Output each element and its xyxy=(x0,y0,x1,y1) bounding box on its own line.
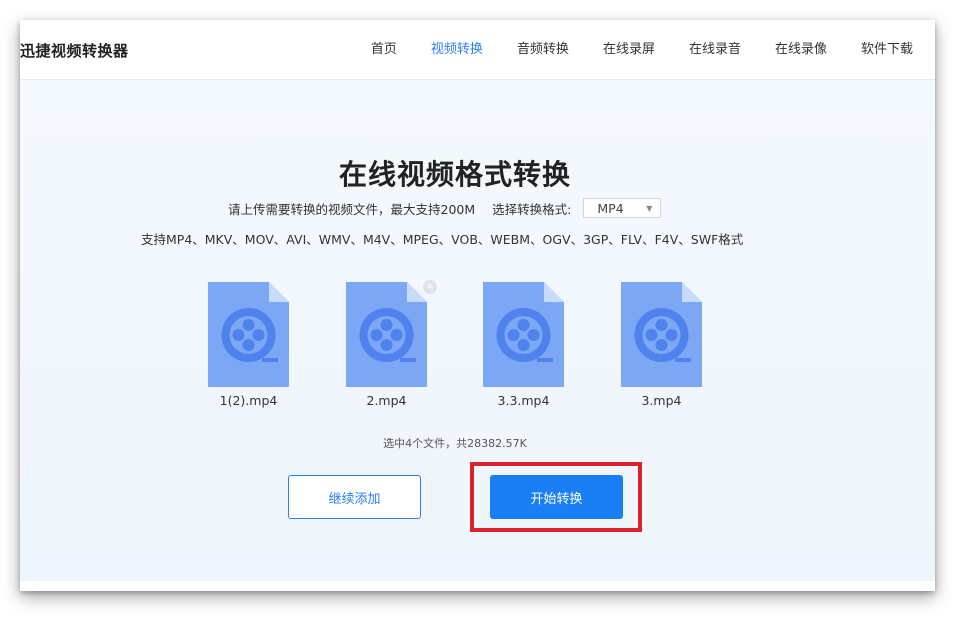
format-select-value: MP4 xyxy=(597,200,624,216)
nav-item-home[interactable]: 首页 xyxy=(371,20,397,80)
supported-formats-text: 支持MP4、MKV、MOV、AVI、WMV、M4V、MPEG、VOB、WEBM、… xyxy=(141,232,744,247)
converter-panel: 在线视频格式转换 请上传需要转换的视频文件，最大支持200M 选择转换格式: M… xyxy=(20,80,935,581)
file-item[interactable]: 3.3.mp4 xyxy=(455,282,565,412)
brand-logo[interactable]: 迅捷视频转换器 xyxy=(20,40,129,61)
file-name: 3.3.mp4 xyxy=(497,393,550,408)
video-file-icon xyxy=(208,282,289,387)
format-label: 选择转换格式: xyxy=(492,201,572,217)
footer-strip xyxy=(20,581,935,591)
nav-item-audio-convert[interactable]: 音频转换 xyxy=(517,20,569,80)
file-item[interactable]: 1(2).mp4 xyxy=(180,282,290,412)
upload-hint: 请上传需要转换的视频文件，最大支持200M xyxy=(228,201,476,217)
page-title: 在线视频格式转换 xyxy=(338,158,571,191)
caret-down-icon: ▼ xyxy=(646,203,653,213)
selection-summary: 选中4个文件，共28382.57K xyxy=(383,437,527,450)
file-item[interactable]: × 2.mp4 xyxy=(318,280,437,412)
nav-item-video-record[interactable]: 在线录像 xyxy=(775,20,827,80)
remove-file-icon[interactable]: × xyxy=(423,280,437,294)
video-file-icon xyxy=(483,282,564,387)
file-name: 2.mp4 xyxy=(366,393,407,408)
file-name: 3.mp4 xyxy=(641,393,682,408)
nav-item-software-download[interactable]: 软件下载 xyxy=(861,20,913,80)
start-convert-button[interactable]: 开始转换 xyxy=(490,475,623,519)
top-header: 迅捷视频转换器 首页 视频转换 音频转换 在线录屏 在线录音 在线录像 软件下载 xyxy=(20,20,935,80)
nav-item-video-convert[interactable]: 视频转换 xyxy=(431,20,483,80)
nav-item-audio-record[interactable]: 在线录音 xyxy=(689,20,741,80)
app-window: 迅捷视频转换器 首页 视频转换 音频转换 在线录屏 在线录音 在线录像 软件下载… xyxy=(20,20,935,591)
file-name: 1(2).mp4 xyxy=(219,393,278,408)
file-item[interactable]: 3.mp4 xyxy=(593,282,703,412)
continue-add-button[interactable]: 继续添加 xyxy=(288,475,421,519)
nav-item-screen-record[interactable]: 在线录屏 xyxy=(603,20,655,80)
upload-options-row: 请上传需要转换的视频文件，最大支持200M 选择转换格式: MP4 ▼ xyxy=(20,198,920,218)
video-file-icon xyxy=(621,282,702,387)
video-file-icon xyxy=(346,282,427,387)
main-nav: 首页 视频转换 音频转换 在线录屏 在线录音 在线录像 软件下载 xyxy=(371,20,935,80)
format-select[interactable]: MP4 ▼ xyxy=(583,198,662,218)
